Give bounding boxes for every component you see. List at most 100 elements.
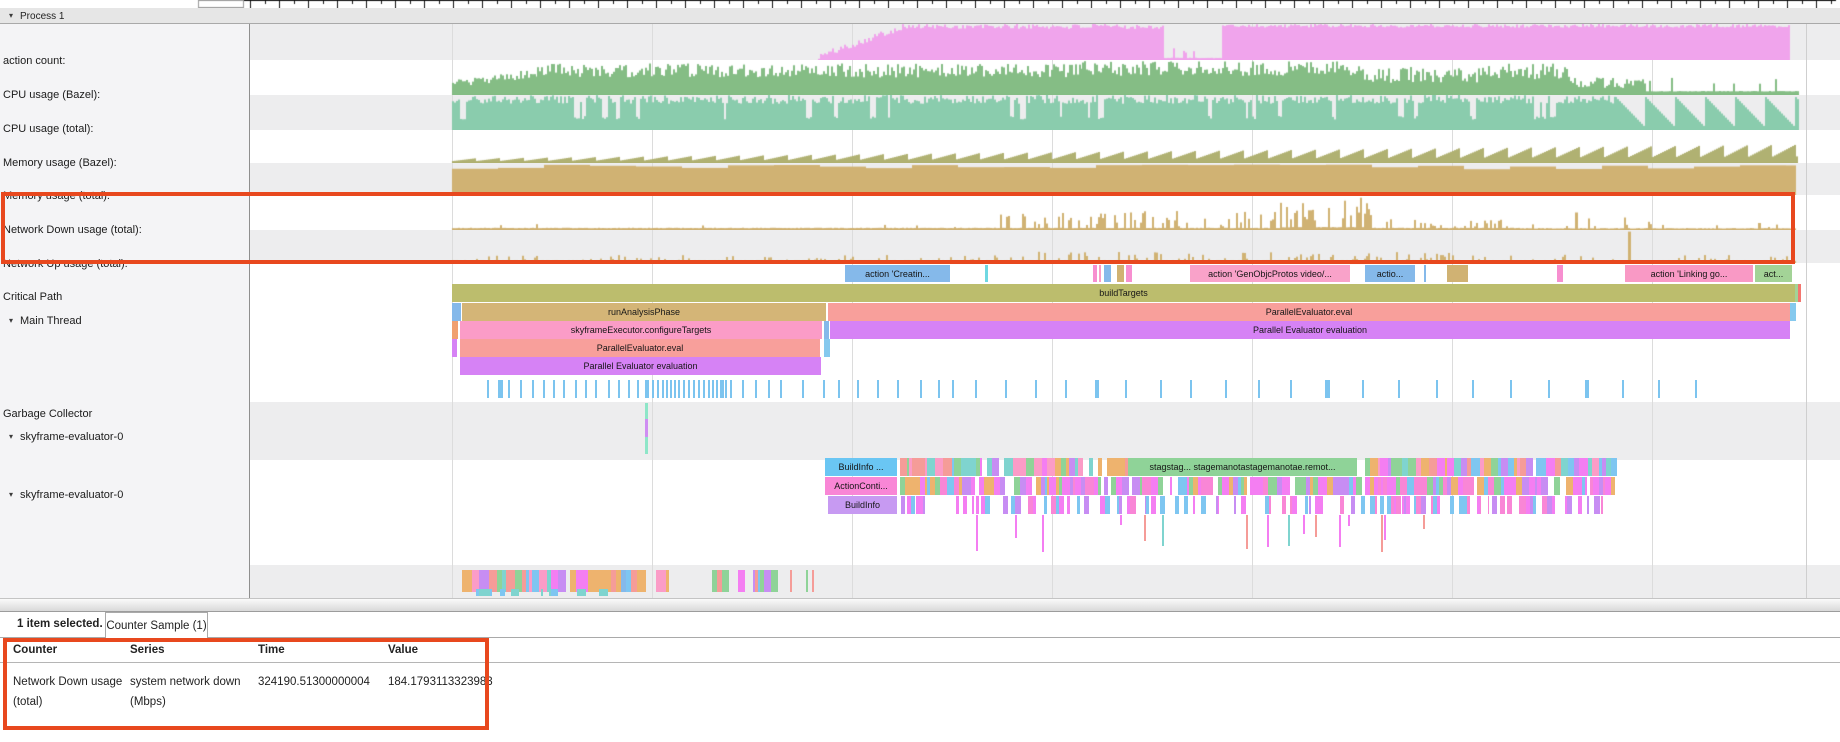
sidebar-track-label-6[interactable]: Network Up usage (total): (3, 258, 128, 270)
evaluator-drip[interactable] (1315, 515, 1317, 537)
col-header-value[interactable]: Value (388, 644, 418, 656)
evaluator-slice[interactable] (1013, 458, 1021, 476)
cpu-heavy-slice[interactable] (577, 589, 584, 596)
evaluator-slice[interactable] (1421, 458, 1429, 476)
evaluator-slice[interactable] (1340, 496, 1344, 514)
evaluator-slice[interactable] (1507, 496, 1512, 514)
evaluator-slice[interactable] (1380, 458, 1388, 476)
evaluator-slice[interactable] (976, 496, 979, 514)
evaluator-slice[interactable] (1033, 496, 1036, 514)
evaluator-slice[interactable] (971, 477, 975, 495)
critical-path-slice[interactable] (1117, 265, 1124, 282)
evaluator-slice[interactable] (1077, 496, 1080, 514)
evaluator-slice[interactable] (1471, 458, 1480, 476)
main-thread-slice[interactable]: buildTargets (452, 284, 1795, 302)
cpu-heavy-slice[interactable] (806, 570, 808, 592)
gc-tick[interactable] (688, 380, 690, 398)
gc-tick[interactable] (755, 380, 757, 398)
cpu-heavy-slice[interactable] (637, 570, 646, 592)
main-thread-slice[interactable] (452, 321, 458, 339)
cpu-heavy-slice[interactable] (490, 589, 492, 596)
evaluator-slice[interactable] (1541, 477, 1548, 495)
evaluator-slice[interactable] (1566, 477, 1573, 495)
gc-tick[interactable] (720, 380, 724, 398)
evaluator-slice[interactable] (1244, 477, 1247, 495)
evaluator-slice[interactable] (947, 477, 954, 495)
counter-track-cpu-usage-bazel[interactable] (250, 60, 1840, 95)
evaluator-mini-slice[interactable] (645, 437, 648, 454)
gc-tick[interactable] (742, 380, 744, 398)
evaluator-slice[interactable] (1320, 477, 1327, 495)
evaluator-slice[interactable] (1084, 496, 1089, 514)
sidebar-track-label-0[interactable]: action count: (3, 55, 65, 67)
critical-path-slice[interactable] (1093, 265, 1097, 282)
gc-tick[interactable] (1190, 380, 1192, 398)
gc-tick[interactable] (1362, 380, 1364, 398)
evaluator-slice[interactable] (1098, 477, 1101, 495)
evaluator-slice[interactable] (1309, 496, 1311, 514)
main-thread-slice[interactable] (1790, 303, 1796, 321)
gc-tick[interactable] (1622, 380, 1624, 398)
col-header-counter[interactable]: Counter (13, 644, 57, 656)
sidebar-track-label-8[interactable]: ▾Main Thread (9, 315, 82, 327)
cpu-heavy-slice[interactable] (764, 570, 771, 592)
critical-path-slice[interactable] (1104, 265, 1111, 282)
evaluator-drip[interactable] (1042, 515, 1044, 552)
gc-tick[interactable] (532, 380, 534, 398)
gc-tick[interactable] (780, 380, 782, 398)
gc-tick[interactable] (857, 380, 859, 398)
gc-tick[interactable] (1658, 380, 1660, 398)
evaluator-slice[interactable] (961, 458, 968, 476)
collapse-arrow-icon[interactable]: ▾ (9, 316, 13, 325)
gc-tick[interactable] (1225, 380, 1227, 398)
gc-tick[interactable] (938, 380, 940, 398)
evaluator-slice[interactable] (900, 458, 907, 476)
evaluator-slice[interactable]: BuildInfo (828, 496, 897, 514)
evaluator-slice[interactable] (1480, 496, 1481, 514)
evaluator-slice[interactable] (1396, 496, 1401, 514)
evaluator-drip[interactable] (1120, 515, 1122, 525)
evaluator-slice[interactable] (1359, 477, 1362, 495)
counter-track-memory-usage-bazel[interactable] (250, 130, 1840, 163)
cpu-heavy-slice[interactable] (515, 589, 519, 596)
evaluator-slice[interactable] (1484, 458, 1491, 476)
evaluator-slice[interactable] (1454, 458, 1461, 476)
counter-track-network-down-usage[interactable] (250, 195, 1840, 230)
evaluator-slice[interactable] (1292, 496, 1297, 514)
gc-tick[interactable] (608, 380, 610, 398)
evaluator-slice[interactable] (1437, 496, 1440, 514)
tab-counter-sample[interactable]: Counter Sample (1) (105, 612, 208, 638)
gc-tick[interactable] (1160, 380, 1162, 398)
evaluator-drip[interactable] (1381, 515, 1383, 552)
gc-tick[interactable] (670, 380, 672, 398)
gc-tick[interactable] (563, 380, 565, 398)
cpu-heavy-slice[interactable] (656, 570, 666, 592)
gc-tick[interactable] (1125, 380, 1127, 398)
evaluator-slice[interactable] (1554, 477, 1560, 495)
gc-tick[interactable] (508, 380, 510, 398)
evaluator-slice[interactable] (1158, 477, 1163, 495)
evaluator-slice[interactable] (1146, 496, 1149, 514)
evaluator-slice[interactable] (1269, 496, 1271, 514)
sidebar-track-label-10[interactable]: ▾skyframe-evaluator-0 (9, 431, 123, 443)
evaluator-slice[interactable] (1122, 477, 1129, 495)
evaluator-slice[interactable] (1351, 496, 1355, 514)
evaluator-slice[interactable] (1469, 477, 1474, 495)
evaluator-slice[interactable] (1494, 477, 1501, 495)
evaluator-slice[interactable] (1587, 496, 1589, 514)
gc-tick[interactable] (1258, 380, 1260, 398)
cpu-heavy-slice[interactable] (738, 570, 745, 592)
evaluator-slice[interactable] (1151, 496, 1156, 514)
evaluator-drip[interactable] (1246, 515, 1248, 549)
evaluator-slice[interactable] (1044, 496, 1047, 514)
evaluator-slice[interactable] (1089, 458, 1093, 476)
evaluator-slice[interactable] (1201, 496, 1206, 514)
evaluator-slice[interactable] (1592, 458, 1599, 476)
evaluator-slice[interactable] (1241, 496, 1246, 514)
evaluator-slice[interactable] (1003, 496, 1008, 514)
evaluator-slice[interactable] (980, 458, 982, 476)
gc-tick[interactable] (768, 380, 770, 398)
gc-tick[interactable] (487, 380, 489, 398)
evaluator-slice[interactable] (1491, 458, 1498, 476)
evaluator-drip[interactable] (1288, 515, 1290, 546)
